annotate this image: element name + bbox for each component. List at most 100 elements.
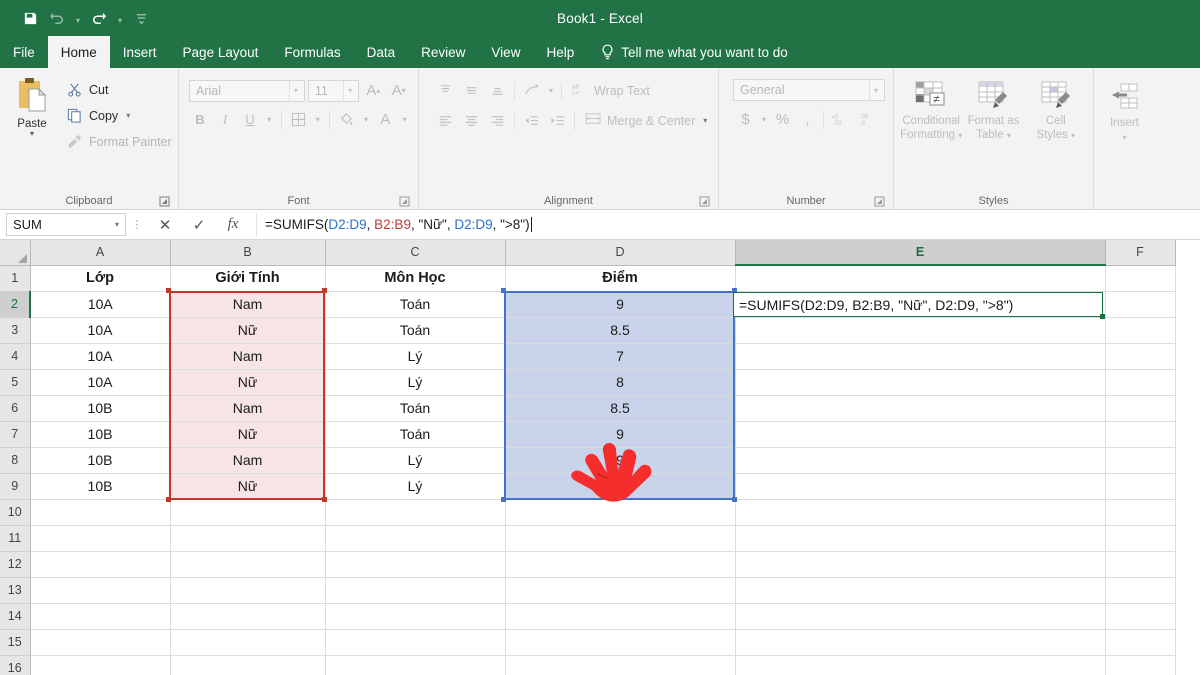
font-color-icon[interactable]: A <box>374 108 396 131</box>
wrap-text-button[interactable]: ab c↵ Wrap Text <box>572 82 650 100</box>
cell-c5[interactable]: Lý <box>325 369 506 396</box>
alignment-dialog-launcher-icon[interactable] <box>699 196 710 207</box>
underline-dropdown-icon[interactable]: ▾ <box>264 108 275 131</box>
cell-e14[interactable] <box>735 603 1106 630</box>
cell-c1[interactable]: Môn Học <box>325 265 506 292</box>
cell-a2[interactable]: 10A <box>30 291 171 318</box>
borders-icon[interactable] <box>287 108 309 131</box>
tab-insert[interactable]: Insert <box>110 36 170 68</box>
cell-a5[interactable]: 10A <box>30 369 171 396</box>
fill-color-icon[interactable] <box>336 108 358 131</box>
font-dialog-launcher-icon[interactable] <box>399 196 410 207</box>
formula-input[interactable]: =SUMIFS(D2:D9, B2:B9, "Nữ", D2:D9, ">8") <box>256 213 1192 236</box>
cell-f8[interactable] <box>1105 447 1176 474</box>
spreadsheet-grid[interactable]: A B C D E F 1 Lớp Giới Tính Môn Học Điểm… <box>0 240 1200 675</box>
merge-center-button[interactable]: Merge & Center ▾ <box>585 112 707 129</box>
clipboard-dialog-launcher-icon[interactable] <box>159 196 170 207</box>
bold-icon[interactable]: B <box>189 108 211 131</box>
cell-c15[interactable] <box>325 629 506 656</box>
cell-a9[interactable]: 10B <box>30 473 171 500</box>
format-as-table-button[interactable]: Format as Table ▾ <box>962 77 1024 192</box>
cell-f3[interactable] <box>1105 317 1176 344</box>
cell-e15[interactable] <box>735 629 1106 656</box>
row-header-16[interactable]: 16 <box>0 655 31 675</box>
orientation-dropdown-icon[interactable]: ▾ <box>545 79 557 102</box>
cell-d11[interactable] <box>505 525 736 552</box>
cell-f14[interactable] <box>1105 603 1176 630</box>
row-header-10[interactable]: 10 <box>0 499 31 526</box>
cell-c9[interactable]: Lý <box>325 473 506 500</box>
paste-dropdown-icon[interactable]: ▾ <box>30 130 34 138</box>
cell-f13[interactable] <box>1105 577 1176 604</box>
row-header-7[interactable]: 7 <box>0 421 31 448</box>
cell-d16[interactable] <box>505 655 736 675</box>
tell-me-search[interactable]: Tell me what you want to do <box>587 36 798 68</box>
cell-a10[interactable] <box>30 499 171 526</box>
row-header-12[interactable]: 12 <box>0 551 31 578</box>
cell-e3[interactable] <box>735 317 1106 344</box>
cell-c14[interactable] <box>325 603 506 630</box>
cell-a13[interactable] <box>30 577 171 604</box>
cell-c2[interactable]: Toán <box>325 291 506 318</box>
cell-f4[interactable] <box>1105 343 1176 370</box>
cell-c16[interactable] <box>325 655 506 675</box>
copy-button[interactable]: Copy ▾ <box>66 105 172 126</box>
column-header-a[interactable]: A <box>30 240 171 266</box>
row-header-11[interactable]: 11 <box>0 525 31 552</box>
cell-e7[interactable] <box>735 421 1106 448</box>
cell-b14[interactable] <box>170 603 326 630</box>
row-header-15[interactable]: 15 <box>0 629 31 656</box>
decrease-indent-icon[interactable] <box>519 109 544 132</box>
range-handle-d-bl[interactable] <box>501 497 506 502</box>
cell-c12[interactable] <box>325 551 506 578</box>
cell-d12[interactable] <box>505 551 736 578</box>
currency-dropdown-icon[interactable]: ▾ <box>758 108 770 131</box>
column-header-c[interactable]: C <box>325 240 506 266</box>
cell-a15[interactable] <box>30 629 171 656</box>
cell-f10[interactable] <box>1105 499 1176 526</box>
cell-b13[interactable] <box>170 577 326 604</box>
insert-cells-button[interactable]: Insert ▾ <box>1100 77 1149 192</box>
row-header-6[interactable]: 6 <box>0 395 31 422</box>
cell-d13[interactable] <box>505 577 736 604</box>
tab-data[interactable]: Data <box>354 36 409 68</box>
row-header-4[interactable]: 4 <box>0 343 31 370</box>
range-handle-b-br[interactable] <box>322 497 327 502</box>
align-middle-icon[interactable] <box>459 79 484 102</box>
font-name-input[interactable]: Arial ▾ <box>189 79 305 102</box>
column-header-d[interactable]: D <box>505 240 736 266</box>
cell-b11[interactable] <box>170 525 326 552</box>
cell-a14[interactable] <box>30 603 171 630</box>
cell-f12[interactable] <box>1105 551 1176 578</box>
underline-icon[interactable]: U <box>239 108 261 131</box>
column-header-e[interactable]: E <box>735 240 1106 266</box>
range-handle-b-tl[interactable] <box>166 288 171 293</box>
merge-center-dropdown-icon[interactable]: ▾ <box>703 116 707 125</box>
cell-d5[interactable]: 8 <box>505 369 736 396</box>
decrease-decimal-icon[interactable]: .00.0 <box>852 108 877 131</box>
align-left-icon[interactable] <box>433 109 458 132</box>
insert-function-icon[interactable]: fx <box>216 213 250 237</box>
cell-f11[interactable] <box>1105 525 1176 552</box>
row-header-13[interactable]: 13 <box>0 577 31 604</box>
cell-b3[interactable]: Nữ <box>170 317 326 344</box>
cell-b2[interactable]: Nam <box>170 291 326 318</box>
cell-b8[interactable]: Nam <box>170 447 326 474</box>
tab-page-layout[interactable]: Page Layout <box>170 36 272 68</box>
cell-e16[interactable] <box>735 655 1106 675</box>
number-format-select[interactable]: General ▾ <box>733 79 885 101</box>
range-handle-d-tl[interactable] <box>501 288 506 293</box>
cell-e13[interactable] <box>735 577 1106 604</box>
row-header-8[interactable]: 8 <box>0 447 31 474</box>
cell-a16[interactable] <box>30 655 171 675</box>
align-top-icon[interactable] <box>433 79 458 102</box>
cell-a1[interactable]: Lớp <box>30 265 171 292</box>
cell-d14[interactable] <box>505 603 736 630</box>
name-box-dropdown-icon[interactable]: ▾ <box>115 220 119 229</box>
format-painter-button[interactable]: Format Painter <box>66 131 172 152</box>
row-header-1[interactable]: 1 <box>0 265 31 292</box>
cell-d1[interactable]: Điểm <box>505 265 736 292</box>
font-size-dropdown-icon[interactable]: ▾ <box>343 80 356 101</box>
cell-d6[interactable]: 8.5 <box>505 395 736 422</box>
cell-b6[interactable]: Nam <box>170 395 326 422</box>
